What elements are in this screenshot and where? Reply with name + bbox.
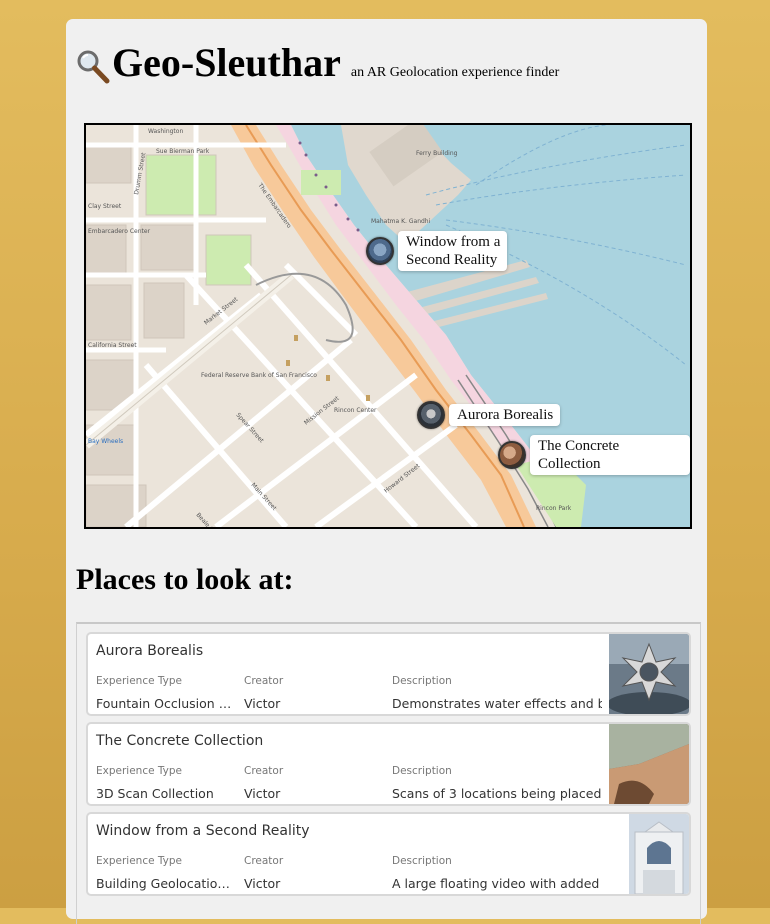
map-pin-concrete[interactable]: The Concrete Collection: [498, 435, 690, 475]
map-label-clay: Clay Street: [88, 203, 122, 210]
place-thumbnail-concrete[interactable]: [609, 724, 689, 804]
place-card[interactable]: Aurora Borealis Experience Type Creator …: [86, 632, 691, 716]
description-value: A large floating video with added "4-: [392, 876, 602, 891]
app-subtitle: an AR Geolocation experience finder: [350, 65, 560, 80]
experience-type-value: Building Geolocation ...: [96, 876, 236, 891]
magnifying-glass-icon: [77, 50, 110, 84]
experience-type-label: Experience Type: [96, 765, 183, 777]
map-label-rincon: Rincon Center: [334, 407, 377, 414]
app-title: Geo-Sleuthar: [112, 40, 341, 85]
map-label-bay-wheels: Bay Wheels: [88, 438, 123, 445]
map-label-california: California Street: [88, 342, 137, 349]
pin-label-aurora[interactable]: Aurora Borealis: [449, 404, 561, 426]
creator-label: Creator: [244, 765, 284, 777]
map-label-rincon-park: Rincon Park: [536, 505, 572, 512]
map-pin-window[interactable]: Window from a Second Reality: [366, 231, 508, 271]
place-card[interactable]: Window from a Second Reality Experience …: [86, 812, 691, 896]
experience-type-value: Fountain Occlusion De...: [96, 696, 236, 711]
creator-value: Victor: [244, 786, 281, 801]
pin-label-concrete[interactable]: The Concrete Collection: [530, 435, 690, 475]
description-value: Demonstrates water effects and blen: [392, 696, 602, 711]
place-thumbnail-window[interactable]: [629, 814, 689, 894]
map-label-mahatma: Mahatma K. Gandhi: [371, 218, 431, 225]
header: Geo-Sleuthar an AR Geolocation experienc…: [76, 41, 559, 85]
place-thumbnail-aurora[interactable]: [609, 634, 689, 714]
pin-thumbnail-concrete[interactable]: [498, 441, 526, 469]
pin-thumbnail-window[interactable]: [366, 237, 394, 265]
description-label: Description: [392, 765, 452, 777]
map[interactable]: Washington Drumm Street Clay Street Sue …: [84, 123, 692, 529]
map-label-federal-reserve: Federal Reserve Bank of San Francisco: [201, 372, 317, 379]
description-label: Description: [392, 675, 452, 687]
description-label: Description: [392, 855, 452, 867]
experience-type-label: Experience Type: [96, 675, 183, 687]
creator-value: Victor: [244, 876, 281, 891]
description-value: Scans of 3 locations being placed on: [392, 786, 602, 801]
pin-thumbnail-aurora[interactable]: [417, 401, 445, 429]
map-label-washington: Washington: [148, 128, 183, 135]
experience-type-value: 3D Scan Collection: [96, 786, 214, 801]
place-title[interactable]: Aurora Borealis: [96, 643, 203, 659]
map-label-ferry-building: Ferry Building: [416, 150, 458, 157]
place-card[interactable]: The Concrete Collection Experience Type …: [86, 722, 691, 806]
pin-label-window[interactable]: Window from a Second Reality: [398, 231, 508, 271]
main-card: Geo-Sleuthar an AR Geolocation experienc…: [66, 19, 707, 924]
section-heading: Places to look at:: [76, 563, 294, 596]
creator-value: Victor: [244, 696, 281, 711]
map-label-embarcadero-center: Embarcadero Center: [88, 228, 151, 235]
creator-label: Creator: [244, 675, 284, 687]
place-title[interactable]: The Concrete Collection: [96, 733, 263, 749]
map-pin-aurora[interactable]: Aurora Borealis: [417, 401, 561, 429]
place-title[interactable]: Window from a Second Reality: [96, 823, 310, 839]
creator-label: Creator: [244, 855, 284, 867]
places-list[interactable]: Aurora Borealis Experience Type Creator …: [76, 622, 701, 924]
map-label-sue-bierman: Sue Bierman Park: [156, 148, 210, 155]
experience-type-label: Experience Type: [96, 855, 183, 867]
